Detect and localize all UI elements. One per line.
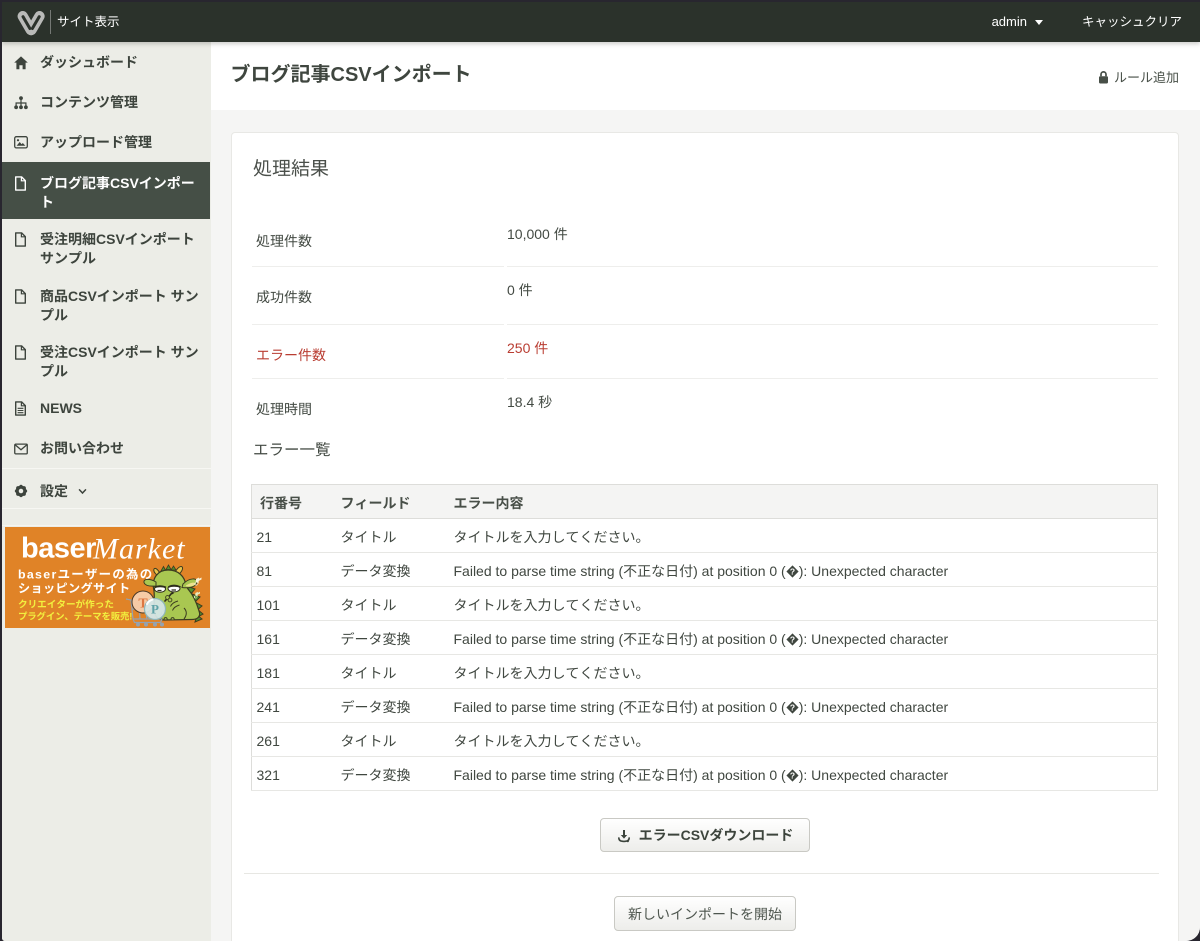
- svg-text:ショッピングサイト: ショッピングサイト: [18, 582, 130, 596]
- svg-text:?: ?: [790, 771, 795, 781]
- svg-text:?: ?: [790, 635, 795, 645]
- svg-text:baserユーザーの為の: baserユーザーの為の: [18, 568, 153, 582]
- svg-text:P: P: [151, 602, 159, 617]
- svg-text:?: ?: [790, 567, 795, 577]
- svg-text:クリエイターが作った: クリエイターが作った: [18, 599, 114, 611]
- svg-text:?: ?: [790, 703, 795, 713]
- svg-text:プラグイン、テーマを販売!: プラグイン、テーマを販売!: [18, 611, 132, 622]
- svg-text:Market: Market: [92, 533, 186, 566]
- svg-text:baser: baser: [21, 533, 96, 565]
